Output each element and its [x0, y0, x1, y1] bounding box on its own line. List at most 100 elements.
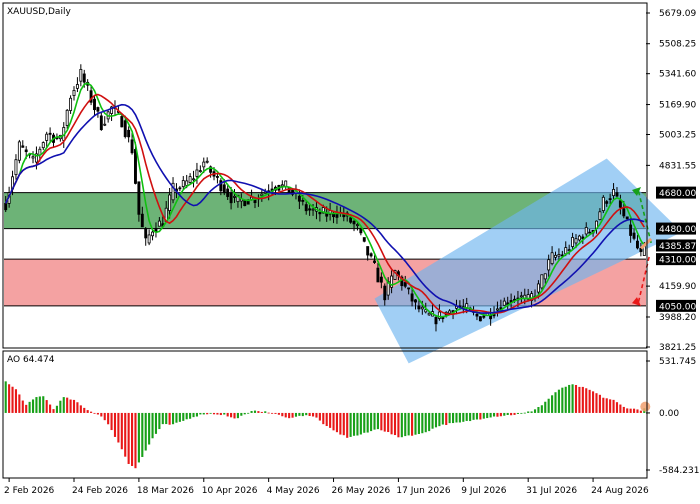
- candle-body: [502, 300, 506, 306]
- ao-bar: [612, 399, 615, 413]
- ao-bar: [632, 408, 636, 413]
- price-tick-label: 4159.90: [659, 282, 696, 292]
- ao-bar: [397, 412, 400, 438]
- candle-body: [14, 159, 18, 176]
- candle-body: [120, 116, 124, 128]
- ao-bar: [417, 412, 420, 434]
- time-tick-label: 18 Mar 2026: [137, 486, 194, 496]
- ao-bar: [219, 412, 222, 416]
- ao-bar: [373, 412, 376, 430]
- candle-body: [140, 213, 144, 228]
- ao-bar: [178, 412, 181, 422]
- ao-bar: [18, 394, 21, 413]
- candle-body: [297, 195, 301, 202]
- candle-body: [478, 316, 482, 322]
- candle-body: [598, 211, 602, 220]
- candle-body: [178, 187, 182, 190]
- ao-bar: [291, 412, 294, 418]
- candle-body: [93, 98, 96, 111]
- candle-body: [427, 312, 431, 316]
- ao-bar: [335, 412, 339, 433]
- ao-bar: [195, 412, 199, 417]
- ao-bar: [366, 412, 369, 433]
- ao-bar: [59, 400, 62, 413]
- time-tick-label: 26 May 2026: [332, 486, 391, 496]
- ao-bar: [148, 412, 151, 445]
- candle-body: [127, 129, 131, 138]
- level-label: 4680.00: [659, 189, 696, 199]
- ao-bar: [479, 412, 482, 420]
- ao-bar: [189, 412, 192, 419]
- candle-body: [260, 193, 264, 197]
- ao-bar: [448, 412, 451, 424]
- ao-bar: [4, 381, 7, 413]
- ao-bar: [414, 412, 417, 435]
- candle-body: [215, 176, 219, 178]
- ao-bar: [301, 412, 304, 417]
- ao-bar: [489, 412, 492, 418]
- candle-body: [301, 200, 305, 202]
- ao-bar: [110, 412, 113, 431]
- ao-bar: [472, 412, 475, 420]
- candle-body: [188, 176, 192, 183]
- ao-bar: [267, 412, 270, 414]
- ao-bar: [216, 412, 219, 415]
- candle-body: [123, 120, 127, 137]
- level-label: 4385.87: [659, 242, 696, 252]
- time-tick-label: 9 Jul 2026: [461, 486, 506, 496]
- ao-bar: [595, 393, 598, 413]
- ao-bar: [609, 399, 612, 413]
- ao-bar: [288, 412, 291, 419]
- ao-bar: [482, 412, 485, 419]
- candle-body: [202, 161, 206, 168]
- ao-bar: [113, 412, 117, 437]
- ao-title: AO 64.474: [7, 355, 55, 365]
- candle-body: [222, 184, 226, 194]
- candle-body: [369, 253, 373, 257]
- ao-bar: [428, 412, 431, 432]
- ao-bar: [581, 386, 584, 413]
- candle-body: [229, 192, 233, 204]
- candle-body: [226, 188, 230, 197]
- candle-body: [625, 216, 629, 220]
- candle-body: [407, 287, 411, 290]
- ao-bar: [540, 405, 543, 413]
- ao-bar: [592, 391, 595, 413]
- ao-bar: [206, 412, 209, 415]
- candle-body: [622, 208, 626, 217]
- ao-bar: [356, 412, 359, 436]
- ao-bar: [28, 401, 31, 413]
- ao-bar: [598, 394, 601, 413]
- candle-body: [4, 203, 8, 211]
- ao-bar: [547, 398, 550, 413]
- ao-bar: [346, 412, 349, 438]
- ao-bar: [533, 409, 537, 413]
- ao-bar: [359, 412, 362, 435]
- candle-body: [157, 220, 161, 227]
- time-tick-label: 4 May 2026: [267, 486, 320, 496]
- ao-bar: [349, 412, 352, 437]
- candle-body: [263, 191, 267, 194]
- ao-bar: [513, 412, 516, 415]
- ao-bar: [602, 397, 605, 413]
- ao-bar: [137, 412, 140, 463]
- ao-bar: [523, 412, 526, 414]
- ao-bar: [185, 412, 188, 420]
- price-tick-label: 5169.90: [659, 101, 696, 111]
- candle-body: [151, 231, 155, 237]
- ao-bar: [421, 412, 424, 434]
- ao-bar: [387, 412, 390, 433]
- ao-bar: [83, 407, 86, 413]
- ao-bar: [124, 412, 127, 457]
- ao-bar: [431, 412, 434, 429]
- ao-bar: [66, 397, 69, 413]
- ao-bar: [192, 412, 195, 418]
- candle-body: [243, 200, 247, 207]
- candle-body: [434, 316, 438, 325]
- ao-bar: [407, 412, 410, 436]
- ao-bar: [243, 412, 246, 415]
- ao-bar: [527, 411, 530, 413]
- ao-bar: [544, 401, 547, 413]
- candle-body: [355, 224, 359, 226]
- candle-body: [99, 115, 103, 131]
